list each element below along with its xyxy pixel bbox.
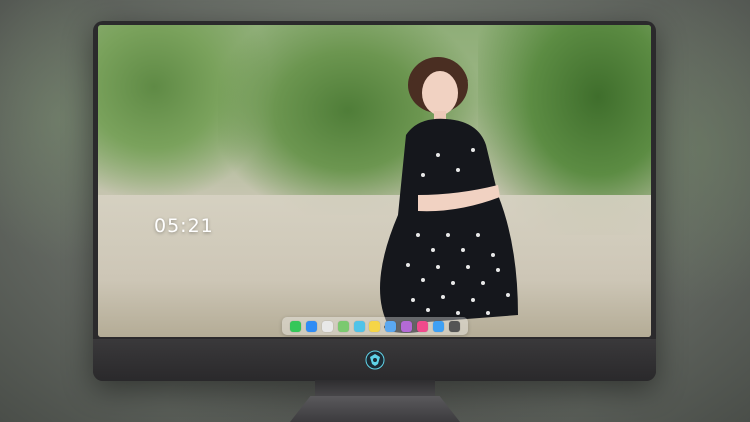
desktop-clock: 05:21 [154,215,214,237]
monitor-stand-base [290,396,460,422]
camera-icon[interactable] [448,320,460,332]
wallpaper-person [380,57,518,333]
music-icon[interactable] [417,320,429,332]
dock [282,317,468,335]
mail-icon[interactable] [305,320,317,332]
app-store-icon[interactable] [433,320,445,332]
monitor: 05:21 [93,21,656,381]
pencil-icon[interactable] [401,320,413,332]
finder-icon[interactable] [385,320,397,332]
maps-icon[interactable] [337,320,349,332]
notes-icon[interactable] [369,320,381,332]
safari-icon[interactable] [321,320,333,332]
messages-icon[interactable] [289,320,301,332]
photos-icon[interactable] [353,320,365,332]
brand-logo-icon [365,350,385,370]
monitor-stand-neck [315,380,435,398]
monitor-chin [93,339,656,381]
desktop-screen: 05:21 [98,25,651,337]
